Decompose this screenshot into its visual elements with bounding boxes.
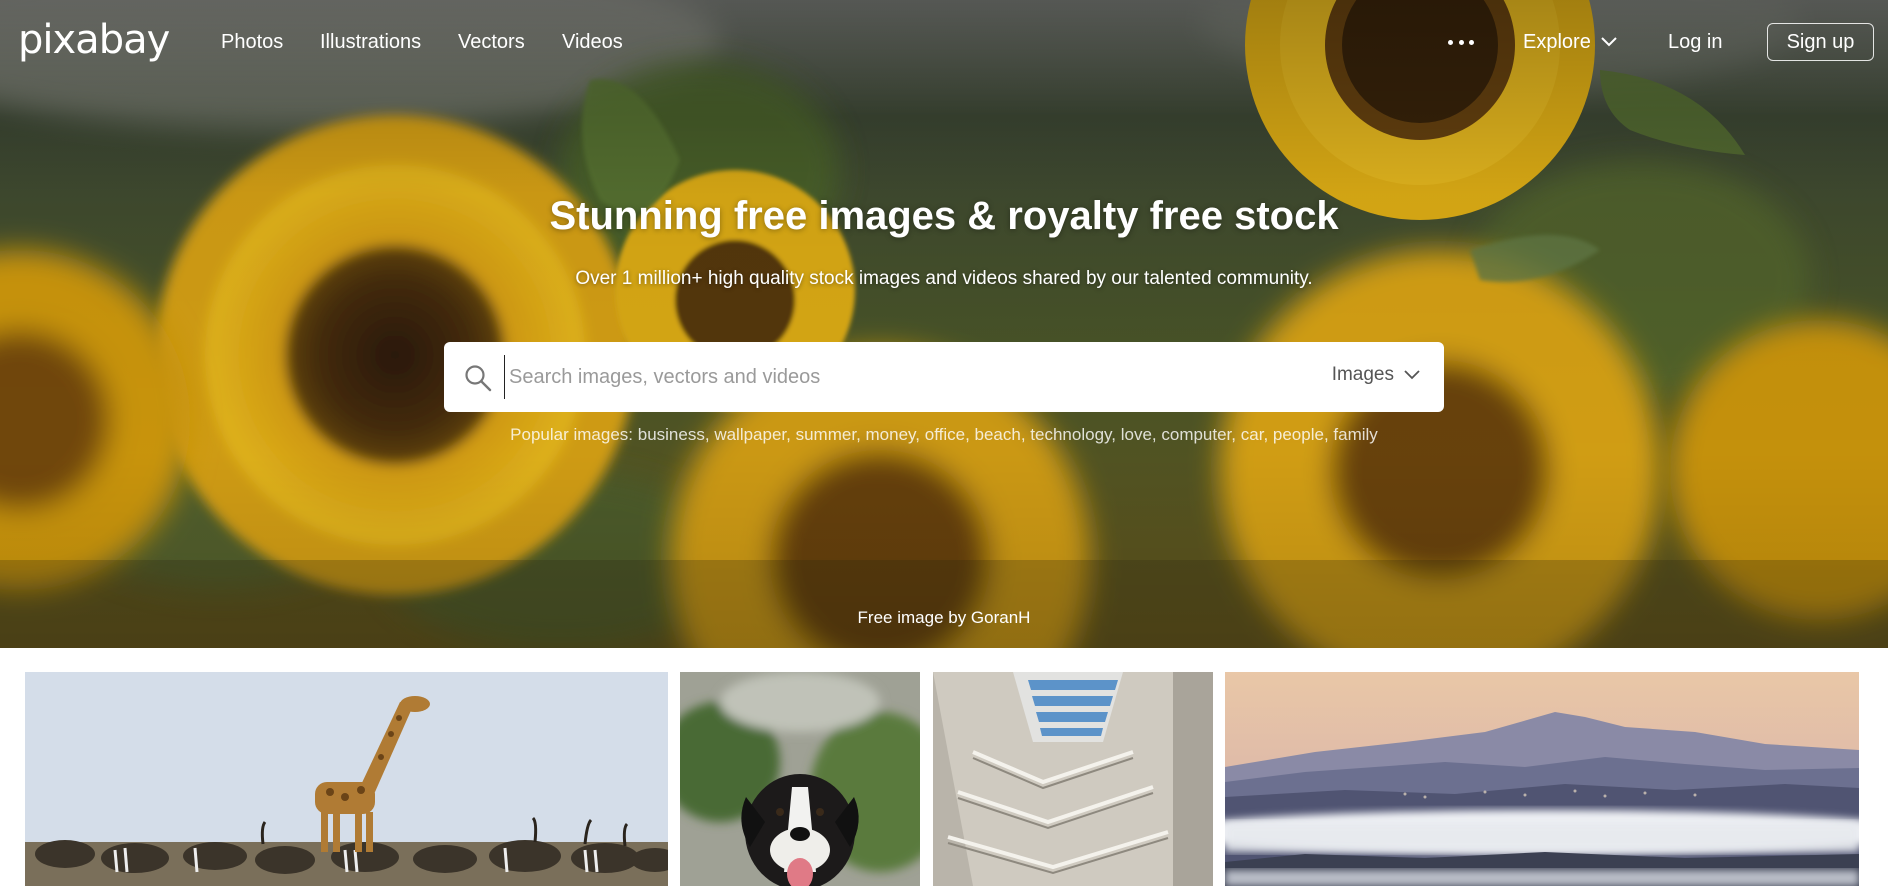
more-dots-icon[interactable] — [1448, 36, 1474, 48]
popular-searches: Popular images: business, wallpaper, sum… — [510, 425, 1378, 444]
nav-link-photos[interactable]: Photos — [221, 28, 283, 56]
popular-term[interactable]: car — [1241, 425, 1264, 444]
search-icon[interactable] — [464, 364, 492, 392]
search-type-label: Images — [1331, 364, 1394, 385]
nav-link-vectors[interactable]: Vectors — [458, 28, 525, 56]
pixabay-logo[interactable]: pixabay — [18, 16, 170, 64]
image-credit-link[interactable]: Free image by GoranH — [0, 607, 1888, 629]
login-link[interactable]: Log in — [1668, 28, 1723, 56]
stairwell-photo — [933, 672, 1213, 886]
top-navigation: pixabay Photos Illustrations Vectors Vid… — [0, 0, 1888, 84]
popular-term[interactable]: office — [925, 425, 965, 444]
mountains-photo — [1225, 672, 1859, 886]
popular-label: Popular images: — [510, 425, 634, 444]
gallery-tile-mountains[interactable] — [1225, 672, 1859, 886]
gallery-tile-stairwell[interactable] — [933, 672, 1213, 886]
hero-section: pixabay Photos Illustrations Vectors Vid… — [0, 0, 1888, 648]
popular-term[interactable]: people — [1273, 425, 1324, 444]
popular-term[interactable]: money — [866, 425, 916, 444]
explore-label: Explore — [1523, 31, 1591, 53]
popular-term[interactable]: computer — [1161, 425, 1231, 444]
popular-term[interactable]: technology — [1030, 425, 1111, 444]
popular-term[interactable]: beach — [975, 425, 1021, 444]
hero-subtitle: Over 1 million+ high quality stock image… — [575, 268, 1313, 289]
gallery-tile-dog[interactable] — [680, 672, 920, 886]
popular-term[interactable]: business — [638, 425, 705, 444]
image-gallery — [0, 648, 1888, 886]
signup-button[interactable]: Sign up — [1767, 23, 1874, 61]
dog-photo — [680, 672, 920, 886]
popular-term[interactable]: love — [1121, 425, 1152, 444]
search-bar: Images — [444, 342, 1444, 412]
search-type-dropdown[interactable]: Images — [1332, 364, 1420, 386]
popular-term[interactable]: family — [1333, 425, 1377, 444]
popular-term[interactable]: summer — [796, 425, 856, 444]
explore-menu-button[interactable]: Explore — [1523, 28, 1617, 56]
nav-link-illustrations[interactable]: Illustrations — [320, 28, 421, 56]
search-input[interactable] — [504, 355, 1244, 399]
hero-title: Stunning free images & royalty free stoc… — [549, 194, 1339, 238]
hero-overlay — [0, 0, 1888, 648]
nav-link-videos[interactable]: Videos — [562, 28, 623, 56]
chevron-down-icon — [1404, 370, 1420, 380]
popular-term[interactable]: wallpaper — [714, 425, 786, 444]
giraffe-photo — [25, 672, 668, 886]
gallery-tile-giraffe[interactable] — [25, 672, 668, 886]
chevron-down-icon — [1601, 37, 1617, 47]
signup-label: Sign up — [1786, 30, 1855, 53]
